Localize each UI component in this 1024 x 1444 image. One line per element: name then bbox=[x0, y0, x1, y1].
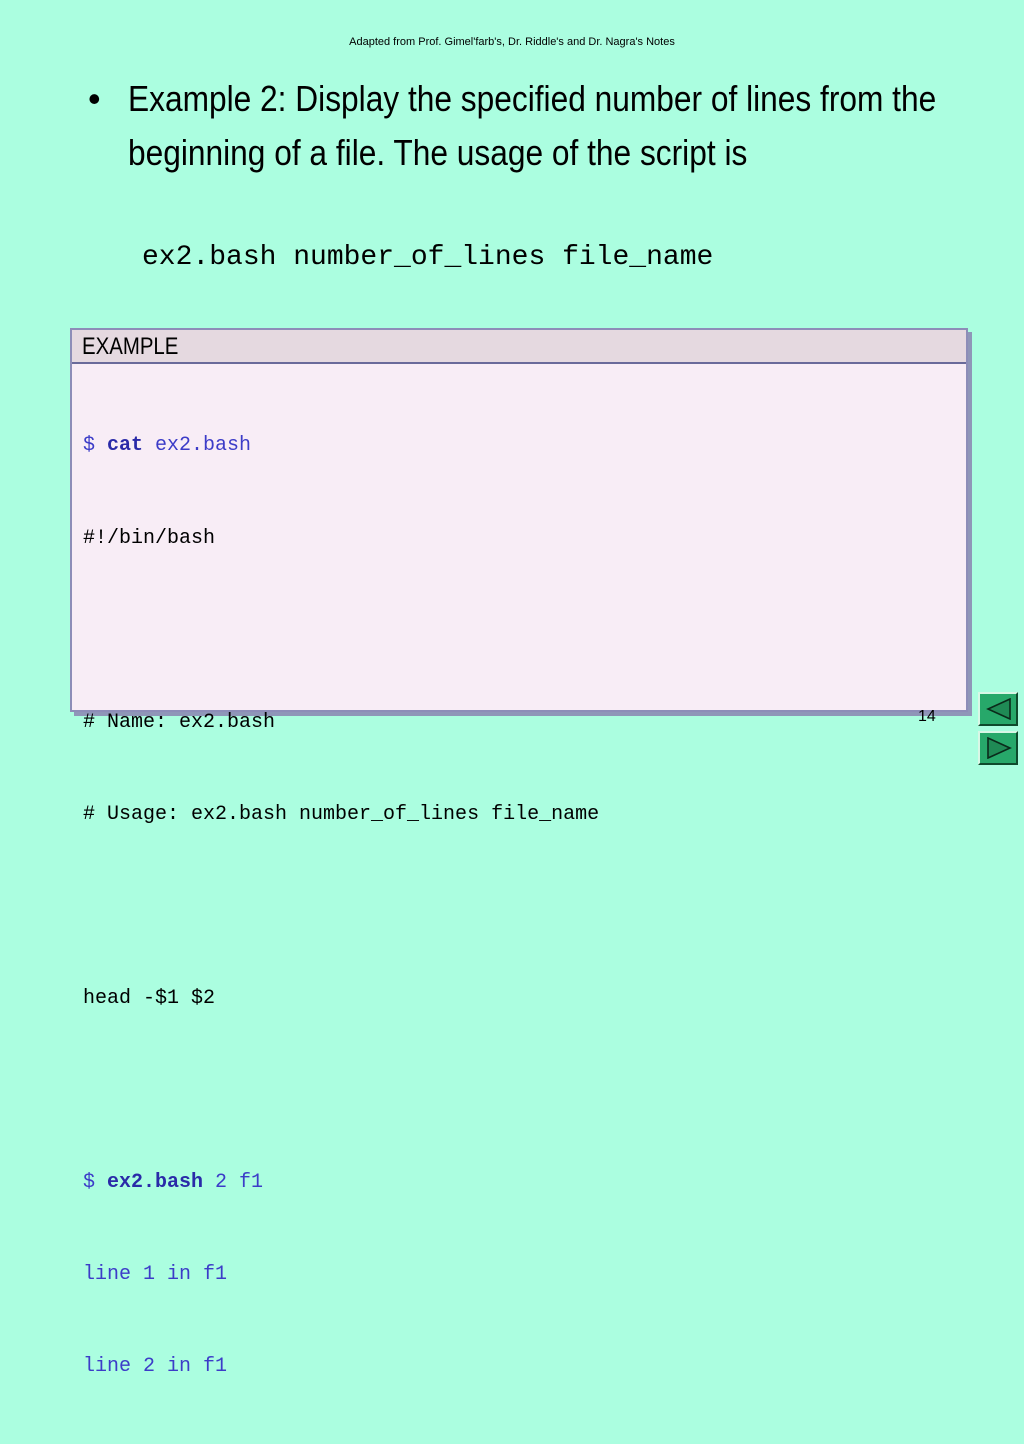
prompt: $ bbox=[83, 434, 108, 458]
code-block: $ cat ex2.bash #!/bin/bash # Name: ex2.b… bbox=[72, 364, 966, 1444]
code-line-9: $ ex2.bash 2 f1 bbox=[83, 1168, 966, 1199]
header-note: Adapted from Prof. Gimel'farb's, Dr. Rid… bbox=[349, 36, 675, 48]
page-number: 14 bbox=[918, 708, 936, 725]
code-line-5: # Usage: ex2.bash number_of_lines file_n… bbox=[83, 802, 600, 826]
bullet-marker: • bbox=[88, 78, 101, 119]
command-args: 2 f1 bbox=[203, 1171, 264, 1195]
bullet-item: • Example 2: Display the specified numbe… bbox=[88, 72, 958, 180]
command-args: ex2.bash bbox=[143, 434, 252, 458]
triangle-right-icon bbox=[987, 737, 1012, 759]
code-line-1: $ cat ex2.bash bbox=[83, 431, 966, 462]
usage-line: ex2.bash number_of_lines file_name bbox=[142, 242, 714, 273]
code-line-7: head -$1 $2 bbox=[83, 986, 216, 1010]
command: cat bbox=[107, 434, 144, 458]
code-line-4: # Name: ex2.bash bbox=[83, 710, 276, 734]
example-box: EXAMPLE $ cat ex2.bash #!/bin/bash # Nam… bbox=[70, 328, 968, 1378]
bullet-text: Example 2: Display the specified number … bbox=[128, 78, 937, 173]
example-header: EXAMPLE bbox=[72, 330, 966, 364]
output-line-2: line 2 in f1 bbox=[83, 1355, 228, 1379]
next-slide-button[interactable] bbox=[978, 731, 1018, 765]
previous-slide-button[interactable] bbox=[978, 692, 1018, 726]
code-line-2: #!/bin/bash bbox=[83, 526, 216, 550]
output-line-1: line 1 in f1 bbox=[83, 1263, 228, 1287]
prompt: $ bbox=[83, 1171, 108, 1195]
triangle-left-icon bbox=[986, 698, 1011, 720]
example-title: EXAMPLE bbox=[82, 333, 179, 360]
command: ex2.bash bbox=[107, 1171, 204, 1195]
